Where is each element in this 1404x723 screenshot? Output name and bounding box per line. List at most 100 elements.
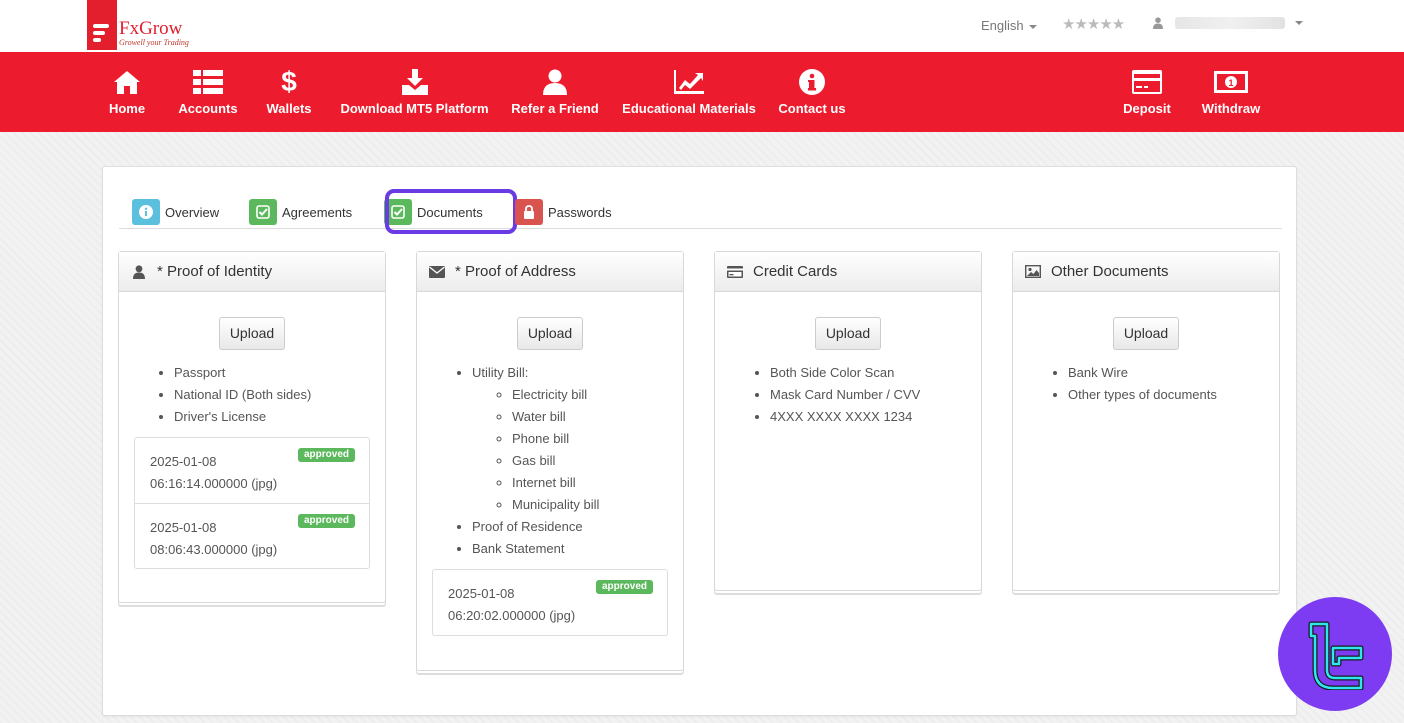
file-time: 08:06:43.000000 (jpg) (150, 542, 278, 557)
status-badge: approved (297, 514, 355, 528)
list-item: Municipality bill (512, 494, 683, 516)
image-icon (1025, 265, 1041, 278)
list-item: 4XXX XXXX XXXX 1234 (770, 406, 981, 428)
nav-accounts[interactable]: Accounts (178, 52, 238, 132)
card-header: Other Documents (1013, 252, 1279, 292)
svg-text:1: 1 (1228, 78, 1233, 88)
upload-credit-card-button[interactable]: Upload (814, 317, 882, 350)
lock-icon (515, 199, 543, 225)
language-label: English (981, 18, 1024, 33)
nav-contact-us[interactable]: Contact us (778, 52, 846, 132)
top-bar: FxGrow Growell your Trading English ★★★★… (0, 0, 1404, 52)
tc-logo-icon (1308, 621, 1364, 690)
card-header: * Proof of Address (417, 252, 683, 292)
tab-passwords[interactable]: Passwords (515, 199, 612, 225)
brand-tagline: Growell your Trading (119, 38, 189, 47)
nav-download-label: Download MT5 Platform (340, 101, 489, 116)
card-title: Other Documents (1051, 263, 1169, 280)
upload-identity-button[interactable]: Upload (218, 317, 286, 350)
list-item: Utility Bill: Electricity bill Water bil… (472, 362, 683, 516)
nav-contact-label: Contact us (778, 101, 846, 116)
language-dropdown[interactable]: English (981, 18, 1037, 33)
watermark-logo (1278, 597, 1392, 711)
utility-bill-sublist: Electricity bill Water bill Phone bill G… (472, 384, 683, 516)
credit-card-icon (1132, 70, 1162, 94)
card-header: * Proof of Identity (119, 252, 385, 292)
brand-logo[interactable]: FxGrow Growell your Trading (87, 0, 189, 52)
card-header: Credit Cards (715, 252, 981, 292)
envelope-icon (429, 265, 445, 278)
list-item: Passport (174, 362, 385, 384)
nav-refer-label: Refer a Friend (511, 101, 599, 116)
status-badge: approved (297, 448, 355, 462)
main-navigation: Home Accounts $ Wallets Download MT5 Pla… (0, 52, 1404, 132)
chevron-down-icon (1028, 24, 1037, 29)
nav-deposit-label: Deposit (1123, 101, 1171, 116)
proof-of-address-card: * Proof of Address Upload Utility Bill: … (416, 251, 684, 671)
list-item: National ID (Both sides) (174, 384, 385, 406)
card-title: Credit Cards (753, 263, 838, 280)
nav-accounts-label: Accounts (178, 101, 238, 116)
list-item: Electricity bill (512, 384, 683, 406)
utility-bill-label: Utility Bill: (472, 365, 529, 380)
list-item: Internet bill (512, 472, 683, 494)
list-item: Driver's License (174, 406, 385, 428)
dollar-icon: $ (281, 66, 297, 97)
nav-refer-friend[interactable]: Refer a Friend (511, 52, 599, 132)
tab-agreements-label: Agreements (282, 204, 353, 220)
logo-mark-icon (87, 0, 117, 50)
user-name-redacted (1175, 17, 1285, 29)
list-item: Gas bill (512, 450, 683, 472)
status-badge: approved (595, 580, 653, 594)
nav-deposit[interactable]: Deposit (1122, 52, 1172, 132)
list-item: Mask Card Number / CVV (770, 384, 981, 406)
credit-cards-card: Credit Cards Upload Both Side Color Scan… (714, 251, 982, 591)
user-icon (131, 264, 147, 279)
tab-passwords-label: Passwords (548, 204, 612, 220)
proof-of-identity-card: * Proof of Identity Upload Passport Nati… (118, 251, 386, 603)
rating-stars: ★★★★★ (1062, 16, 1125, 33)
uploaded-files-list: approved 2025-01-08 06:16:14.000000 (jpg… (134, 437, 370, 569)
list-item: Bank Wire (1068, 362, 1279, 384)
card-title: * Proof of Identity (157, 263, 273, 280)
list-item: Phone bill (512, 428, 683, 450)
user-icon (1153, 17, 1163, 29)
list-icon (193, 70, 223, 94)
other-doc-list: Bank Wire Other types of documents (1013, 362, 1279, 406)
uploaded-file-row[interactable]: approved 2025-01-08 06:20:02.000000 (jpg… (433, 570, 667, 635)
list-item: Both Side Color Scan (770, 362, 981, 384)
credit-card-icon (727, 265, 743, 278)
nav-withdraw-label: Withdraw (1201, 101, 1261, 116)
info-icon (799, 69, 825, 95)
file-time: 06:16:14.000000 (jpg) (150, 476, 278, 491)
list-item: Water bill (512, 406, 683, 428)
other-documents-card: Other Documents Upload Bank Wire Other t… (1012, 251, 1280, 591)
uploaded-file-row[interactable]: approved 2025-01-08 06:16:14.000000 (jpg… (135, 438, 369, 503)
nav-wallets[interactable]: $ Wallets (264, 52, 314, 132)
nav-educational-materials[interactable]: Educational Materials (622, 52, 756, 132)
documents-tab-highlight (385, 189, 517, 234)
chart-icon (674, 70, 704, 94)
brand-name: FxGrow (119, 18, 183, 39)
list-item: Bank Statement (472, 538, 683, 560)
user-menu-dropdown[interactable] (1153, 17, 1303, 29)
tab-overview-label: Overview (165, 204, 220, 220)
identity-doc-list: Passport National ID (Both sides) Driver… (119, 362, 385, 428)
card-title: * Proof of Address (455, 263, 576, 280)
nav-download-mt5[interactable]: Download MT5 Platform (340, 52, 489, 132)
upload-other-documents-button[interactable]: Upload (1112, 317, 1180, 350)
nav-home-label: Home (108, 101, 146, 116)
home-icon (114, 71, 140, 94)
chevron-down-icon (1295, 21, 1303, 25)
nav-home[interactable]: Home (102, 52, 152, 132)
credit-card-doc-list: Both Side Color Scan Mask Card Number / … (715, 362, 981, 428)
uploaded-file-row[interactable]: approved 2025-01-08 08:06:43.000000 (jpg… (135, 503, 369, 568)
nav-withdraw[interactable]: 1 Withdraw (1200, 52, 1262, 132)
info-circle-icon (132, 199, 160, 225)
tab-agreements[interactable]: Agreements (249, 199, 352, 225)
tab-overview[interactable]: Overview (132, 199, 219, 225)
upload-address-button[interactable]: Upload (516, 317, 584, 350)
profile-tabs: Overview Agreements Documents Passwords (119, 187, 1282, 234)
checkbox-icon (249, 199, 277, 225)
list-item: Other types of documents (1068, 384, 1279, 406)
